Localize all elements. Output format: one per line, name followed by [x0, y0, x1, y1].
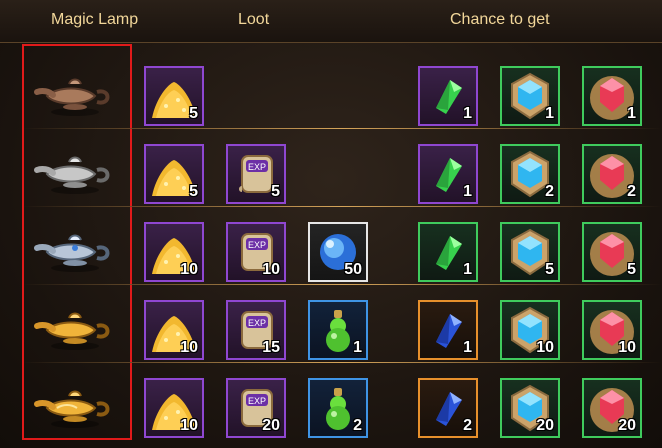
svg-text:EXP: EXP [248, 240, 266, 250]
chance-blue-gem[interactable]: 20 [500, 378, 560, 438]
quantity: 10 [180, 417, 198, 434]
quantity: 10 [262, 261, 280, 278]
quantity: 1 [463, 261, 472, 278]
quantity: 2 [545, 183, 554, 200]
magic-lamp-silver-blue-icon[interactable] [27, 216, 123, 274]
quantity: 1 [627, 105, 636, 122]
loot-green-potion[interactable]: 1 [308, 300, 368, 360]
chance-red-gem[interactable]: 10 [582, 300, 642, 360]
magic-lamp-gold-icon[interactable] [27, 294, 123, 352]
quantity: 1 [463, 105, 472, 122]
reward-row-4: 10 EXP 15 1 1 10 10 [22, 284, 662, 363]
loot-exp-scroll[interactable]: EXP 15 [226, 300, 286, 360]
loot-exp-scroll[interactable]: EXP 20 [226, 378, 286, 438]
quantity: 10 [180, 261, 198, 278]
header-magic-lamp: Magic Lamp [51, 11, 139, 28]
quantity: 15 [262, 339, 280, 356]
magic-lamp-bronze-icon[interactable] [27, 60, 123, 118]
quantity: 5 [189, 183, 198, 200]
quantity: 1 [545, 105, 554, 122]
loot-gold-pile[interactable]: 10 [144, 378, 204, 438]
reward-row-2: 5 EXP 5 1 2 2 [22, 128, 662, 207]
loot-gold-pile[interactable]: 10 [144, 300, 204, 360]
table-header: Magic Lamp Loot Chance to get [0, 0, 662, 43]
reward-row-5: 10 EXP 20 2 2 20 20 [22, 362, 662, 440]
chance-red-gem[interactable]: 1 [582, 66, 642, 126]
loot-gold-pile[interactable]: 5 [144, 144, 204, 204]
quantity: 1 [353, 339, 362, 356]
loot-green-potion[interactable]: 2 [308, 378, 368, 438]
quantity: 5 [271, 183, 280, 200]
svg-text:EXP: EXP [248, 318, 266, 328]
quantity: 10 [536, 339, 554, 356]
loot-blue-sphere[interactable]: 50 [308, 222, 368, 282]
loot-gold-pile[interactable]: 10 [144, 222, 204, 282]
chance-green-crystal[interactable]: 1 [418, 144, 478, 204]
quantity: 5 [189, 105, 198, 122]
quantity: 20 [618, 417, 636, 434]
svg-text:EXP: EXP [248, 396, 266, 406]
quantity: 10 [618, 339, 636, 356]
svg-text:EXP: EXP [248, 162, 266, 172]
quantity: 1 [463, 183, 472, 200]
chance-blue-gem[interactable]: 5 [500, 222, 560, 282]
loot-gold-pile[interactable]: 5 [144, 66, 204, 126]
magic-lamp-silver-icon[interactable] [27, 138, 123, 196]
chance-blue-crystal[interactable]: 1 [418, 300, 478, 360]
magic-lamp-ornate-gold-icon[interactable] [27, 372, 123, 430]
quantity: 20 [536, 417, 554, 434]
reward-row-3: 10 EXP 10 50 1 5 5 [22, 206, 662, 285]
quantity: 10 [180, 339, 198, 356]
chance-blue-gem[interactable]: 1 [500, 66, 560, 126]
quantity: 20 [262, 417, 280, 434]
header-loot: Loot [238, 11, 270, 28]
chance-blue-crystal[interactable]: 2 [418, 378, 478, 438]
chance-blue-gem[interactable]: 2 [500, 144, 560, 204]
quantity: 50 [344, 261, 362, 278]
quantity: 2 [353, 417, 362, 434]
chance-red-gem[interactable]: 5 [582, 222, 642, 282]
quantity: 1 [463, 339, 472, 356]
quantity: 5 [627, 261, 636, 278]
magic-lamp-reward-panel: Magic Lamp Loot Chance to get 5 1 1 1 5 … [0, 0, 662, 448]
chance-green-crystal[interactable]: 1 [418, 222, 478, 282]
header-chance-to-get: Chance to get [450, 11, 550, 28]
loot-exp-scroll[interactable]: EXP 5 [226, 144, 286, 204]
chance-red-gem[interactable]: 2 [582, 144, 642, 204]
quantity: 2 [463, 417, 472, 434]
chance-blue-gem[interactable]: 10 [500, 300, 560, 360]
quantity: 5 [545, 261, 554, 278]
chance-green-crystal[interactable]: 1 [418, 66, 478, 126]
reward-row-1: 5 1 1 1 [22, 50, 662, 129]
chance-red-gem[interactable]: 20 [582, 378, 642, 438]
loot-exp-scroll[interactable]: EXP 10 [226, 222, 286, 282]
quantity: 2 [627, 183, 636, 200]
